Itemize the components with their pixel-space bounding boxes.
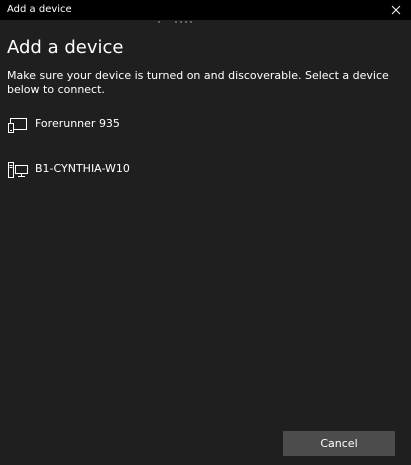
device-name: Forerunner 935 [35,117,120,130]
close-icon [391,5,401,15]
window-title: Add a device [7,4,72,15]
display-device-icon [8,118,27,133]
instructions-text: Make sure your device is turned on and d… [7,69,389,96]
progress-dot [190,21,192,23]
computer-icon [8,162,28,178]
close-button[interactable] [381,0,411,20]
device-item-b1-cynthia-w10[interactable]: B1-CYNTHIA-W10 [0,152,411,188]
progress-dot [185,21,187,23]
device-item-forerunner-935[interactable]: Forerunner 935 [0,107,411,143]
page-title: Add a device [7,37,124,58]
progress-dot [180,21,182,23]
title-bar: Add a device [0,0,411,20]
progress-dot [175,21,177,23]
cancel-button[interactable]: Cancel [283,431,395,456]
add-device-window: Add a device Add a device Make sure your… [0,0,411,465]
progress-dot [158,21,160,23]
searching-progress-indicator [158,19,195,25]
device-name: B1-CYNTHIA-W10 [35,162,130,175]
